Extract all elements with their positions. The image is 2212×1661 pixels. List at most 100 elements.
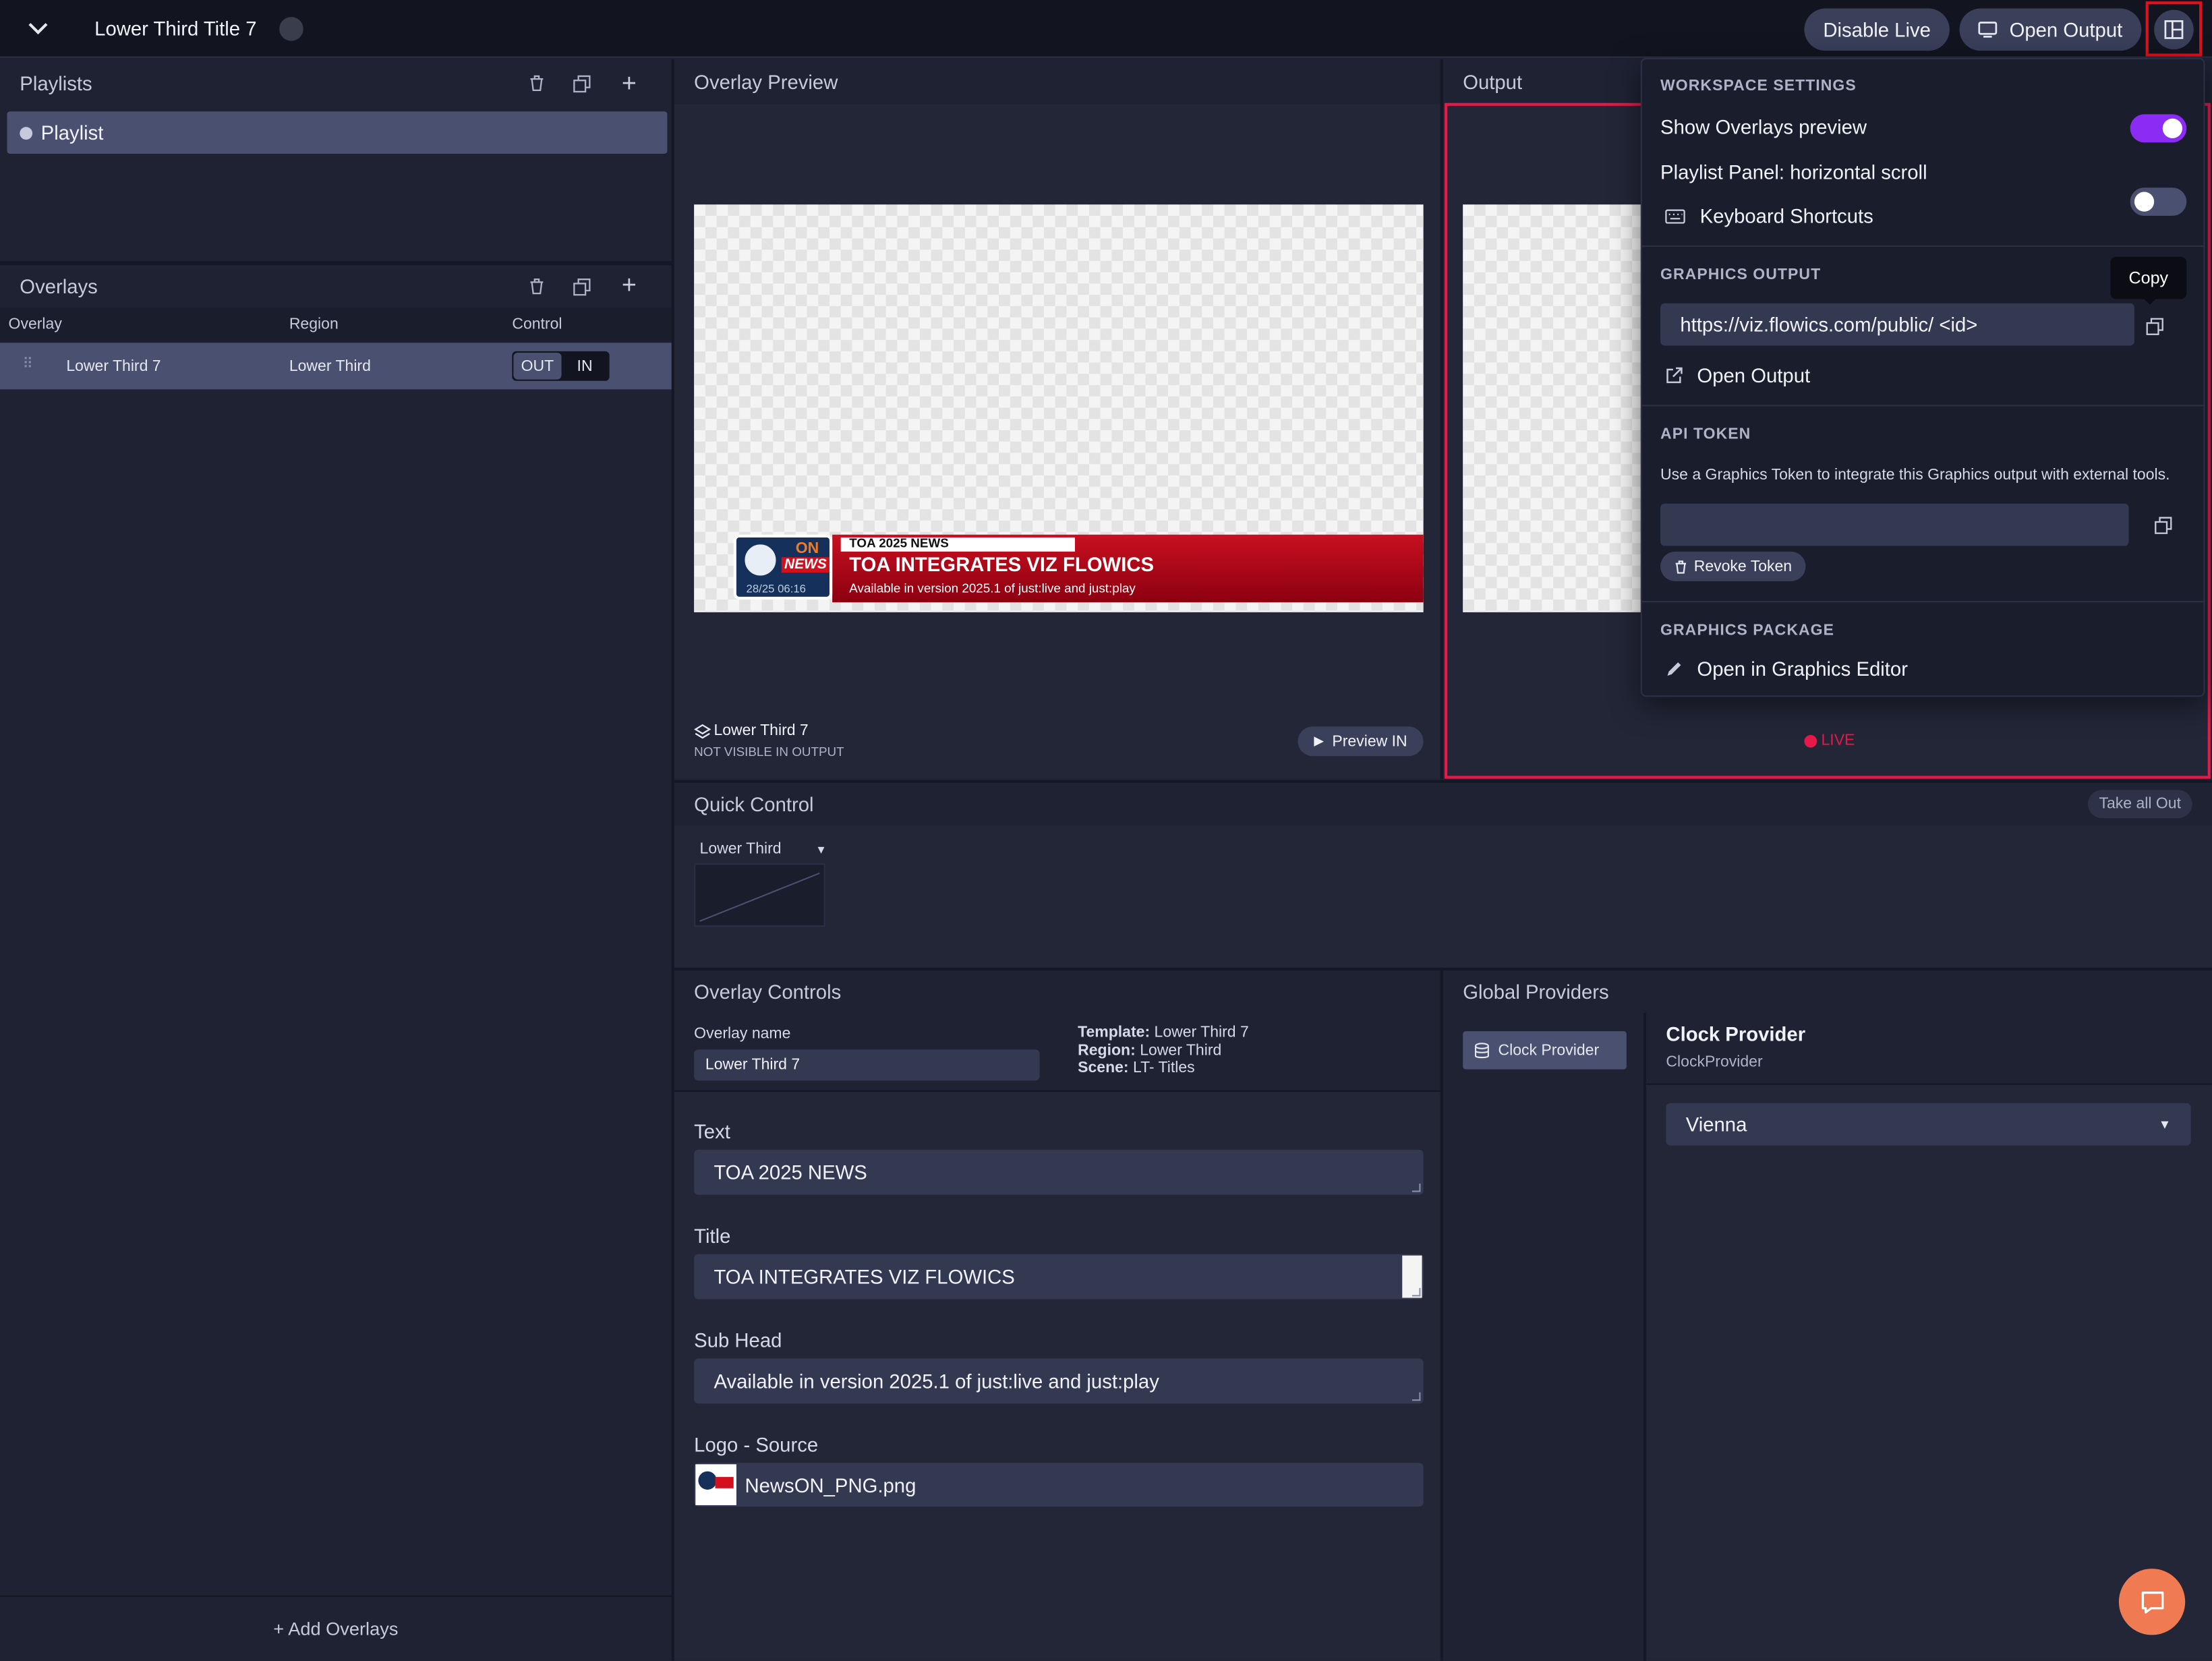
logo-news-text: NEWS	[781, 557, 830, 573]
pencil-icon	[1667, 662, 1681, 675]
open-output-button[interactable]: Open Output	[1959, 8, 2142, 51]
logo-source-input[interactable]: NewsON_PNG.png	[694, 1463, 1424, 1507]
drag-handle-icon[interactable]: ⠿	[22, 357, 32, 372]
chat-button[interactable]	[2118, 1569, 2186, 1635]
trash-icon[interactable]	[523, 274, 549, 299]
external-link-icon	[1666, 366, 1683, 383]
text-field-input[interactable]: TOA 2025 NEWS	[694, 1149, 1424, 1195]
layout-settings-button[interactable]	[2145, 1, 2203, 57]
api-token-input[interactable]	[1660, 503, 2129, 546]
clock-provider-button-label: Clock Provider	[1498, 1041, 1600, 1059]
lower-third-top-label: TOA 2025 NEWS	[840, 535, 1075, 552]
timezone-select[interactable]: Vienna ▼	[1666, 1103, 2191, 1146]
overlay-name-input[interactable]: Lower Third 7	[694, 1049, 1040, 1081]
overlay-controls-panel: Overlay Controls Overlay name Lower Thir…	[674, 967, 1443, 1661]
overlay-preview-panel: Overlay Preview TOA 2025 NEWS TOA INTEGR…	[674, 59, 1443, 779]
subhead-field-label: Sub Head	[694, 1329, 782, 1351]
workspace-settings-menu: WORKSPACE SETTINGS Show Overlays preview…	[1640, 57, 2205, 697]
logo-thumbnail	[695, 1464, 736, 1505]
column-header-region: Region	[289, 316, 339, 333]
add-overlays-bar: + Add Overlays	[0, 1595, 672, 1660]
playlist-item[interactable]: Playlist	[7, 111, 668, 154]
column-header-overlay: Overlay	[8, 316, 62, 333]
resize-handle-icon[interactable]	[1411, 1287, 1421, 1297]
scene-line: Scene: LT- Titles	[1078, 1059, 1249, 1077]
template-info: Template: Lower Third 7 Region: Lower Th…	[1078, 1024, 1249, 1077]
open-output-item[interactable]: Open Output	[1664, 364, 1810, 386]
keyboard-shortcuts-item[interactable]: Keyboard Shortcuts	[1664, 204, 1873, 227]
toggle-knob	[2162, 118, 2183, 138]
template-value: Lower Third 7	[1154, 1024, 1249, 1041]
table-row[interactable]: ⠿ Lower Third 7 Lower Third OUT IN	[0, 343, 672, 390]
scene-value: LT- Titles	[1133, 1059, 1195, 1077]
add-overlays-button[interactable]: + Add Overlays	[273, 1618, 398, 1639]
revoke-token-label: Revoke Token	[1693, 558, 1793, 575]
duplicate-icon[interactable]	[569, 274, 594, 299]
open-output-item-label: Open Output	[1697, 363, 1811, 387]
in-button[interactable]: IN	[563, 351, 607, 381]
status-dot-icon	[279, 17, 303, 41]
overlays-title: Overlays	[20, 274, 98, 298]
workspace-settings-title: WORKSPACE SETTINGS	[1660, 78, 1857, 95]
out-button[interactable]: OUT	[513, 352, 562, 380]
show-overlays-preview-toggle[interactable]	[2130, 114, 2187, 143]
add-icon[interactable]: +	[616, 68, 642, 96]
title-field-input[interactable]: TOA INTEGRATES VIZ FLOWICS	[694, 1254, 1424, 1300]
output-url-input[interactable]: https://viz.flowics.com/public/ <id>	[1660, 303, 2134, 346]
keyboard-icon	[1665, 208, 1685, 223]
trash-icon[interactable]	[523, 71, 549, 96]
output-url-value: https://viz.flowics.com/public/ <id>	[1680, 313, 1978, 336]
quick-control-dropdown[interactable]: Lower Third ▼	[700, 838, 827, 861]
duplicate-icon[interactable]	[569, 71, 594, 96]
providers-list	[1443, 1012, 1647, 1661]
logo-source-label: Logo - Source	[694, 1433, 819, 1456]
news-logo: ON NEWS 28/25 06:16	[733, 534, 833, 600]
left-column: Playlists + Playlist Overlays + Overlay …	[0, 59, 674, 1661]
copy-token-icon[interactable]	[2150, 512, 2176, 537]
open-graphics-editor-item[interactable]: Open in Graphics Editor	[1664, 658, 1908, 680]
menu-divider	[1641, 245, 2204, 247]
copy-tooltip-text: Copy	[2128, 268, 2169, 288]
text-field-label: Text	[694, 1119, 730, 1143]
overlay-controls-title: Overlay Controls	[694, 980, 842, 1003]
global-providers-title: Global Providers	[1463, 980, 1609, 1003]
playlist-scroll-toggle[interactable]	[2130, 187, 2187, 216]
template-line: Template: Lower Third 7	[1078, 1024, 1249, 1042]
overlay-preview-canvas: TOA 2025 NEWS TOA INTEGRATES VIZ FLOWICS…	[694, 204, 1424, 612]
chevron-down-icon[interactable]	[20, 11, 56, 45]
copy-url-icon[interactable]	[2141, 313, 2167, 339]
copy-tooltip: Copy	[2110, 256, 2187, 299]
playlist-item-label: Playlist	[40, 121, 104, 144]
overlay-name-label: Overlay name	[694, 1025, 791, 1043]
chat-icon	[2141, 1590, 2163, 1613]
overlays-table-header: Overlay Region Control	[0, 308, 672, 342]
tooltip-arrow	[2143, 297, 2157, 305]
monitor-icon	[1979, 22, 1998, 38]
lower-third-top-text: TOA 2025 NEWS	[849, 535, 949, 550]
subhead-field-value: Available in version 2025.1 of just:live…	[714, 1370, 1159, 1393]
resize-handle-icon[interactable]	[1411, 1184, 1421, 1192]
playlist-dot-icon	[20, 126, 33, 140]
quick-control-thumbnail[interactable]	[694, 863, 825, 927]
template-key: Template:	[1078, 1024, 1151, 1041]
title-field-label: Title	[694, 1224, 731, 1248]
lower-third-subline: Available in version 2025.1 of just:live…	[849, 581, 1136, 595]
take-all-out-button[interactable]: Take all Out	[2087, 790, 2192, 819]
preview-in-button[interactable]: ▶ Preview IN	[1298, 726, 1424, 757]
revoke-token-button[interactable]: Revoke Token	[1660, 551, 1806, 581]
quick-control-title: Quick Control	[694, 792, 814, 816]
clock-provider-button[interactable]: Clock Provider	[1463, 1031, 1627, 1070]
database-icon	[1474, 1042, 1489, 1058]
disable-live-button[interactable]: Disable Live	[1804, 8, 1950, 51]
add-icon[interactable]: +	[616, 270, 642, 299]
timezone-value: Vienna	[1685, 1113, 1747, 1136]
live-label: LIVE	[1821, 732, 1855, 749]
region-line: Region: Lower Third	[1078, 1042, 1249, 1059]
subhead-field-input[interactable]: Available in version 2025.1 of just:live…	[694, 1358, 1424, 1404]
preview-overlay-name: Lower Third 7	[714, 722, 809, 740]
open-output-label: Open Output	[2009, 18, 2123, 41]
resize-handle-icon[interactable]	[1411, 1392, 1421, 1401]
layout-icon	[2154, 9, 2194, 49]
overlay-row-region: Lower Third	[289, 358, 371, 376]
toggle-knob	[2134, 192, 2155, 212]
